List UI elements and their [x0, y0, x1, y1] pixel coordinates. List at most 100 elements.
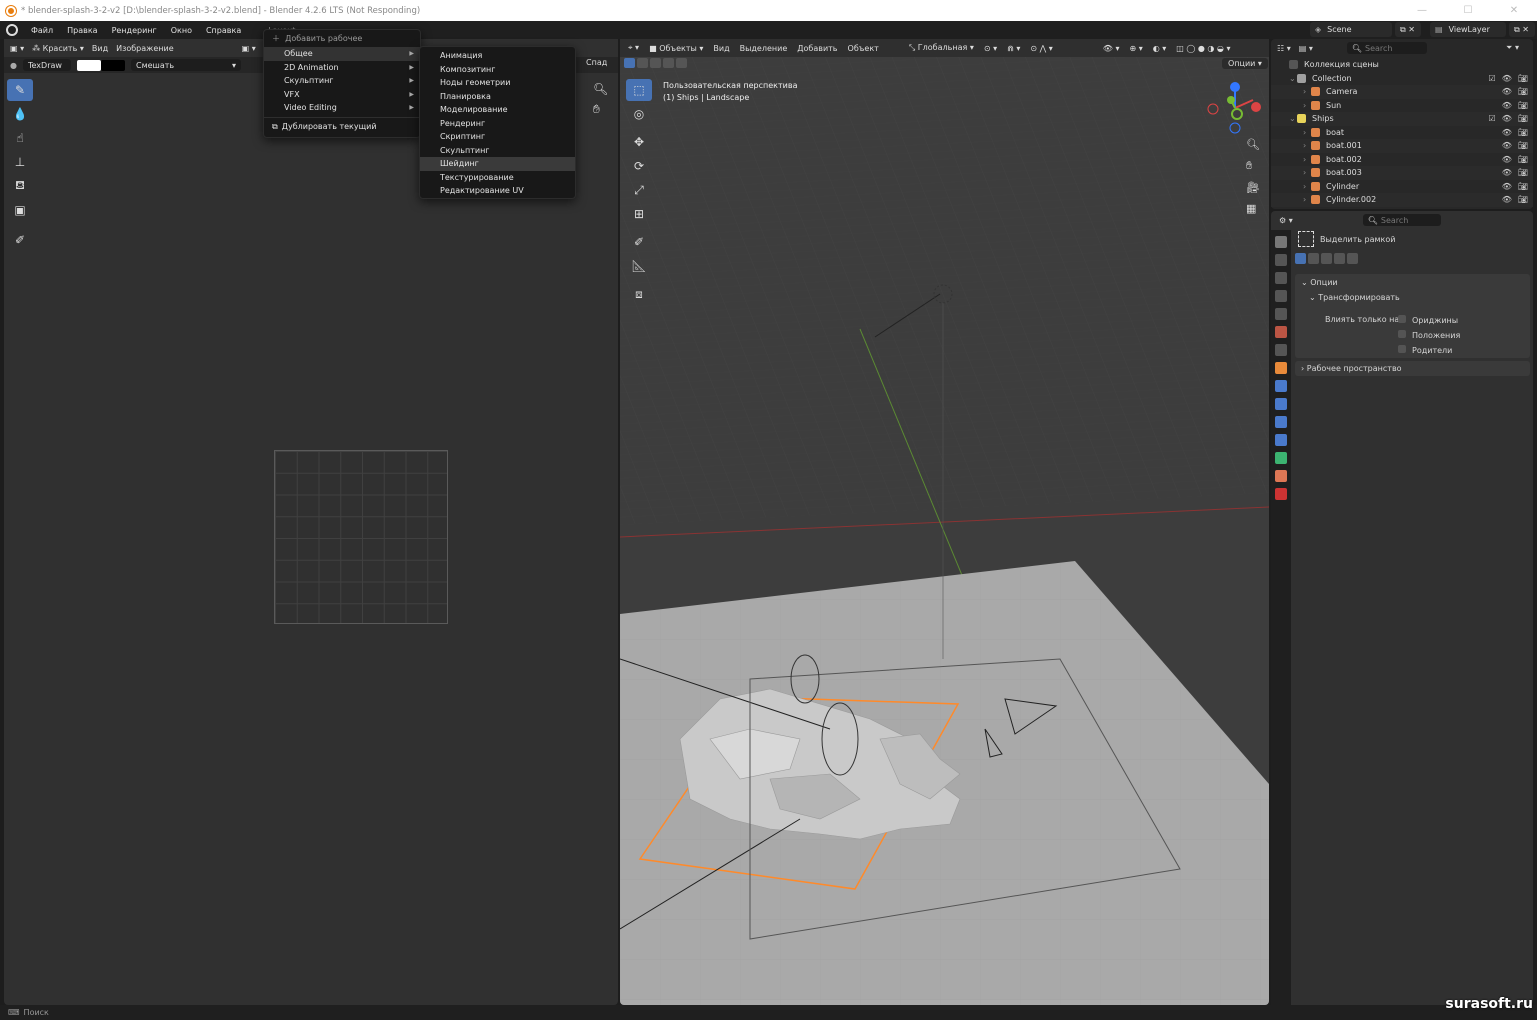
- outliner-row[interactable]: › boat.001 👁︎ 📷︎: [1271, 139, 1533, 153]
- blend-mode-dropdown[interactable]: Смешать ▾: [130, 59, 241, 71]
- outliner-row[interactable]: › Camera 👁︎ 📷︎: [1271, 85, 1533, 99]
- gizmo-toggle-icon[interactable]: ⊕ ▾: [1129, 44, 1142, 53]
- measure-icon[interactable]: 📐︎: [626, 255, 652, 277]
- particles-tab-icon[interactable]: [1275, 398, 1287, 410]
- workspace-panel[interactable]: › Рабочее пространство: [1295, 361, 1530, 376]
- object-tab-icon[interactable]: [1275, 362, 1287, 374]
- scene-field[interactable]: ◈ Scene: [1310, 22, 1392, 37]
- scale-icon[interactable]: ⤢: [626, 179, 652, 201]
- smear-icon[interactable]: ☝: [7, 127, 33, 149]
- eye-icon[interactable]: 👁︎: [1502, 141, 1512, 150]
- expand-arrow-icon[interactable]: ›: [1303, 87, 1311, 96]
- eye-icon[interactable]: 👁︎: [1502, 74, 1512, 83]
- expand-arrow-icon[interactable]: ›: [1303, 168, 1311, 177]
- workspace-sculpting[interactable]: Скульптинг: [420, 144, 575, 158]
- display-mode-icon[interactable]: ▤ ▾: [1299, 44, 1313, 53]
- options-panel-header[interactable]: ⌄ Опции: [1295, 274, 1530, 291]
- eye-icon[interactable]: 👁︎: [1502, 168, 1512, 177]
- outliner-row[interactable]: › Cylinder 👁︎ 📷︎: [1271, 180, 1533, 194]
- outliner-row[interactable]: ⌄ Ships ☑ 👁︎ 📷︎: [1271, 112, 1533, 126]
- workspace-uv-editing[interactable]: Редактирование UV: [420, 184, 575, 198]
- clone-icon[interactable]: ⊥: [7, 151, 33, 173]
- shading-mode-icons[interactable]: ◫ ◯ ● ◑ ◒ ▾: [1176, 44, 1230, 53]
- visibility-toggles[interactable]: 👁︎ 📷︎: [1502, 155, 1528, 164]
- menu-viewport-view[interactable]: Вид: [713, 44, 729, 53]
- checkbox-parents[interactable]: Родители: [1398, 345, 1460, 355]
- menu-item-general[interactable]: Общее ▶: [264, 47, 420, 61]
- expand-arrow-icon[interactable]: ›: [1303, 141, 1311, 150]
- expand-arrow-icon[interactable]: ›: [1303, 155, 1311, 164]
- outliner-row[interactable]: › boat 👁︎ 📷︎: [1271, 126, 1533, 140]
- visibility-toggles[interactable]: 👁︎ 📷︎: [1502, 87, 1528, 96]
- checkbox-locations[interactable]: Положения: [1398, 330, 1460, 340]
- viewlayer-new-button[interactable]: ⧉ ✕: [1509, 22, 1535, 37]
- visibility-toggles[interactable]: ☑ 👁︎ 📷︎: [1489, 114, 1528, 123]
- select-intersect-icon[interactable]: [676, 58, 687, 68]
- viewport-pan-icon[interactable]: ✋︎: [1246, 159, 1260, 173]
- menu-edit[interactable]: Правка: [60, 26, 104, 35]
- workspace-shading[interactable]: Шейдинг: [420, 157, 575, 171]
- visibility-icon[interactable]: 👁︎ ▾: [1103, 44, 1120, 53]
- viewport-zoom-icon[interactable]: 🔍︎: [1246, 138, 1260, 151]
- color-swatches[interactable]: [76, 59, 125, 71]
- workspace-animation[interactable]: Анимация: [420, 49, 575, 63]
- transform-subpanel-header[interactable]: ⌄ Трансформировать: [1295, 291, 1530, 304]
- image-canvas[interactable]: [274, 450, 448, 624]
- workspace-layout[interactable]: Планировка: [420, 90, 575, 104]
- workspace-scripting[interactable]: Скриптинг: [420, 130, 575, 144]
- scene-tab-icon[interactable]: [1275, 308, 1287, 320]
- eye-icon[interactable]: 👁︎: [1502, 128, 1512, 137]
- viewport-options-dropdown[interactable]: Опции ▾: [1222, 58, 1268, 69]
- include-checkbox-icon[interactable]: ☑: [1489, 114, 1496, 123]
- workspace-geometry-nodes[interactable]: Ноды геометрии: [420, 76, 575, 90]
- outliner-row[interactable]: › Sun 👁︎ 📷︎: [1271, 99, 1533, 113]
- draw-brush-icon[interactable]: ✎: [7, 79, 33, 101]
- mode-dropdown[interactable]: ⁂ Красить ▾: [32, 44, 84, 53]
- brush-field[interactable]: TexDraw: [22, 59, 71, 71]
- physics-tab-icon[interactable]: [1275, 416, 1287, 428]
- visibility-toggles[interactable]: 👁︎ 📷︎: [1502, 128, 1528, 137]
- fill-icon[interactable]: ⛾: [7, 175, 33, 197]
- primary-color-swatch[interactable]: [76, 59, 101, 71]
- camera-render-icon[interactable]: 📷︎: [1518, 74, 1528, 83]
- output-tab-icon[interactable]: [1275, 272, 1287, 284]
- orientation-dropdown[interactable]: ⤡ Глобальная ▾: [909, 43, 974, 53]
- workspace-rendering[interactable]: Рендеринг: [420, 117, 575, 131]
- overlay-toggle-icon[interactable]: ◐ ▾: [1153, 44, 1167, 53]
- camera-render-icon[interactable]: 📷︎: [1518, 101, 1528, 110]
- select-box-icon[interactable]: ⬚: [626, 79, 652, 101]
- filter-icon[interactable]: ⏷ ▾: [1506, 43, 1519, 53]
- camera-render-icon[interactable]: 📷︎: [1518, 182, 1528, 191]
- proportional-edit-icon[interactable]: ⊙ ⋀ ▾: [1030, 44, 1052, 53]
- add-cube-icon[interactable]: ⧈: [626, 283, 652, 305]
- menu-view[interactable]: Вид: [92, 44, 108, 53]
- expand-arrow-icon[interactable]: ⌄: [1289, 74, 1297, 83]
- eye-icon[interactable]: 👁︎: [1502, 195, 1512, 204]
- outliner-search-input[interactable]: 🔍︎ Search: [1346, 42, 1427, 54]
- move-icon[interactable]: ✥: [626, 131, 652, 153]
- expand-arrow-icon[interactable]: ›: [1303, 195, 1311, 204]
- visibility-toggles[interactable]: 👁︎ 📷︎: [1502, 101, 1528, 110]
- menu-object[interactable]: Объект: [848, 44, 879, 53]
- editor-type-icon[interactable]: ▣ ▾: [10, 44, 24, 53]
- viewport-editor-type-icon[interactable]: ⌖ ▾: [628, 43, 639, 53]
- select-new-icon[interactable]: [624, 58, 635, 68]
- visibility-toggles[interactable]: ☑ 👁︎ 📷︎: [1489, 74, 1528, 83]
- object-mode-dropdown[interactable]: ■ Объекты ▾: [649, 44, 703, 53]
- menu-image[interactable]: Изображение: [116, 44, 174, 53]
- menu-item-video-editing[interactable]: Video Editing ▶: [264, 101, 420, 115]
- select-extend-icon[interactable]: [637, 58, 648, 68]
- properties-search-input[interactable]: 🔍︎ Search: [1362, 214, 1441, 226]
- snap-icon[interactable]: ⋒ ▾: [1007, 44, 1020, 53]
- outliner-editor-type-icon[interactable]: ☷ ▾: [1277, 44, 1291, 53]
- minimize-button[interactable]: —: [1399, 0, 1445, 21]
- scene-new-button[interactable]: ⧉ ✕: [1395, 22, 1421, 37]
- blender-menu-icon[interactable]: [6, 24, 18, 36]
- menu-item-2d-animation[interactable]: 2D Animation ▶: [264, 61, 420, 75]
- camera-render-icon[interactable]: 📷︎: [1518, 195, 1528, 204]
- tool-mode-new-icon[interactable]: [1295, 253, 1306, 264]
- falloff-dropdown[interactable]: Спад: [586, 58, 607, 67]
- image-browse-icon[interactable]: ▣ ▾: [242, 44, 256, 53]
- menu-item-sculpting[interactable]: Скульптинг ▶: [264, 74, 420, 88]
- include-checkbox-icon[interactable]: ☑: [1489, 74, 1496, 83]
